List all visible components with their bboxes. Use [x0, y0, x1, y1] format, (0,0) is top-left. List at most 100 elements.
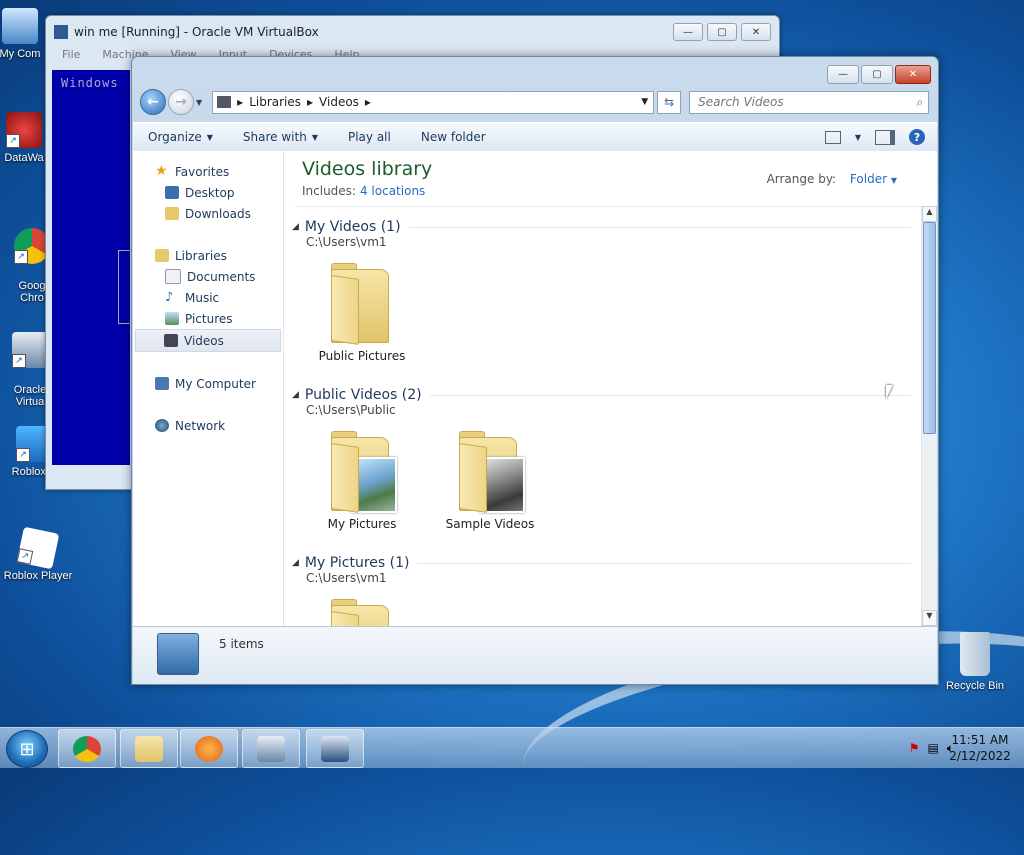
clock[interactable]: 11:51 AM 2/12/2022 — [944, 732, 1016, 764]
taskbar-media-player[interactable] — [180, 729, 238, 768]
minimize-button[interactable]: — — [827, 65, 859, 84]
header-divider — [294, 206, 922, 207]
desktop-icon-label: Recycle Bin — [945, 680, 1005, 692]
nav-music[interactable]: ♪ Music — [133, 287, 283, 308]
taskbar-vm-win-me[interactable] — [306, 729, 364, 768]
breadcrumb-separator-icon[interactable]: ▸ — [365, 95, 371, 109]
taskbar-virtualbox[interactable] — [242, 729, 300, 768]
close-button[interactable]: ✕ — [741, 23, 771, 41]
shortcut-arrow-icon: ↗ — [12, 354, 26, 368]
vertical-scrollbar[interactable]: ▲ ▼ — [921, 206, 937, 626]
nav-downloads[interactable]: Downloads — [133, 203, 283, 224]
organize-button[interactable]: Organize ▼ — [133, 130, 228, 144]
scroll-up-button[interactable]: ▲ — [922, 206, 937, 222]
arrange-by-value: Folder — [849, 172, 888, 186]
explorer-window[interactable]: — ▢ ✕ ← → ▼ ▸ Libraries ▸ Videos ▸ ▼ ⇆ ⌕… — [131, 56, 939, 685]
taskbar-chrome[interactable] — [58, 729, 116, 768]
navigation-pane[interactable]: ★ Favorites Desktop Downloads Libraries D… — [133, 151, 284, 626]
address-row: ← → ▼ ▸ Libraries ▸ Videos ▸ ▼ ⇆ ⌕ — [140, 89, 931, 115]
address-history-dropdown[interactable]: ▼ — [641, 97, 648, 107]
group-header[interactable]: ◢ Public Videos (2) — [292, 385, 921, 405]
group-path: C:\Users\Public — [306, 403, 396, 417]
maximize-button[interactable]: ▢ — [707, 23, 737, 41]
virtualbox-icon: ↗ — [12, 332, 48, 368]
group-header[interactable]: ◢ My Pictures (1) — [292, 553, 921, 573]
collapse-triangle-icon[interactable]: ◢ — [292, 558, 299, 568]
nav-label: Documents — [187, 269, 256, 284]
help-icon[interactable]: ? — [909, 129, 925, 145]
group-divider — [417, 562, 911, 564]
nav-my-computer[interactable]: My Computer — [133, 373, 283, 394]
scroll-down-button[interactable]: ▼ — [922, 610, 937, 626]
nav-label: My Computer — [175, 376, 256, 391]
folder-item[interactable] — [306, 591, 418, 626]
folder-item[interactable]: Public Pictures — [306, 255, 418, 371]
group-my-videos: ◢ My Videos (1) C:\Users\vm1 Public Pictu… — [284, 217, 921, 371]
group-header[interactable]: ◢ My Videos (1) — [292, 217, 921, 237]
preview-pane-icon[interactable] — [875, 129, 895, 145]
menu-file[interactable]: File — [62, 48, 80, 62]
nav-label: Desktop — [185, 185, 235, 200]
back-button[interactable]: ← — [140, 89, 166, 115]
virtualbox-titlebar[interactable]: win me [Running] - Oracle VM VirtualBox … — [46, 16, 779, 48]
network-tray-icon[interactable]: ▤ — [927, 741, 938, 756]
desktop-icon-roblox-player[interactable]: ↗ Roblox Player — [0, 526, 80, 582]
nav-documents[interactable]: Documents — [133, 266, 283, 287]
chevron-down-icon: ▼ — [311, 132, 318, 142]
nav-favorites[interactable]: ★ Favorites — [133, 161, 283, 182]
library-includes: Includes: 4 locations — [302, 184, 432, 198]
file-list[interactable]: ◢ My Videos (1) C:\Users\vm1 Public Pictu… — [284, 211, 921, 626]
collapse-triangle-icon[interactable]: ◢ — [292, 390, 299, 400]
scroll-thumb[interactable] — [923, 222, 936, 434]
locations-link[interactable]: 4 locations — [360, 184, 425, 198]
change-view-icon[interactable] — [824, 130, 841, 144]
nav-label: Videos — [184, 333, 224, 348]
start-button[interactable]: ⊞ — [6, 730, 48, 768]
search-input[interactable] — [696, 94, 901, 110]
minimize-button[interactable]: — — [673, 23, 703, 41]
nav-libraries[interactable]: Libraries — [133, 245, 283, 266]
clock-time: 11:51 AM — [951, 733, 1009, 747]
breadcrumb-videos[interactable]: Videos — [319, 95, 359, 109]
search-box[interactable]: ⌕ — [689, 90, 930, 114]
arrange-by-dropdown[interactable]: Folder ▼ — [850, 172, 897, 186]
recent-pages-dropdown[interactable]: ▼ — [196, 98, 202, 107]
folder-label: Sample Videos — [445, 517, 535, 531]
nav-label: Favorites — [175, 164, 230, 179]
taskbar-explorer[interactable] — [120, 729, 178, 768]
breadcrumb-separator-icon[interactable]: ▸ — [307, 95, 313, 109]
vm-me-icon — [321, 735, 349, 762]
search-icon[interactable]: ⌕ — [916, 95, 923, 110]
folder-icon — [331, 599, 393, 626]
action-center-icon[interactable]: ⚑ — [909, 741, 920, 756]
chevron-down-icon: ▼ — [890, 176, 897, 185]
nav-pictures[interactable]: Pictures — [133, 308, 283, 329]
new-folder-button[interactable]: New folder — [406, 130, 501, 144]
folder-item[interactable]: Sample Videos — [434, 423, 546, 539]
refresh-button[interactable]: ⇆ — [657, 90, 682, 114]
content-pane[interactable]: Videos library Includes: 4 locations Arra… — [284, 151, 937, 626]
breadcrumb-separator-icon[interactable]: ▸ — [237, 95, 243, 109]
share-with-label: Share with — [242, 130, 307, 144]
collapse-triangle-icon[interactable]: ◢ — [292, 222, 299, 232]
nav-label: Libraries — [175, 248, 227, 263]
nav-label: Music — [185, 290, 220, 305]
address-bar[interactable]: ▸ Libraries ▸ Videos ▸ ▼ — [212, 90, 655, 114]
downloads-icon — [165, 207, 179, 220]
nav-videos[interactable]: Videos — [135, 329, 281, 352]
nav-desktop[interactable]: Desktop — [133, 182, 283, 203]
forward-button[interactable]: → — [168, 89, 194, 115]
group-heading: Public Videos (2) — [304, 387, 422, 403]
close-button[interactable]: ✕ — [895, 65, 931, 84]
view-options-dropdown[interactable]: ▼ — [855, 133, 861, 142]
folder-item[interactable]: My Pictures — [306, 423, 418, 539]
nav-network[interactable]: Network — [133, 415, 283, 436]
window-controls: — ▢ ✕ — [825, 65, 931, 84]
share-with-button[interactable]: Share with ▼ — [228, 130, 333, 144]
play-all-button[interactable]: Play all — [333, 130, 406, 144]
maximize-button[interactable]: ▢ — [861, 65, 893, 84]
window-title: win me [Running] - Oracle VM VirtualBox — [74, 25, 319, 39]
guest-screen[interactable]: Windows — [52, 70, 133, 465]
breadcrumb-libraries[interactable]: Libraries — [249, 95, 301, 109]
desktop-icon-recycle-bin[interactable]: Recycle Bin — [933, 632, 1017, 692]
